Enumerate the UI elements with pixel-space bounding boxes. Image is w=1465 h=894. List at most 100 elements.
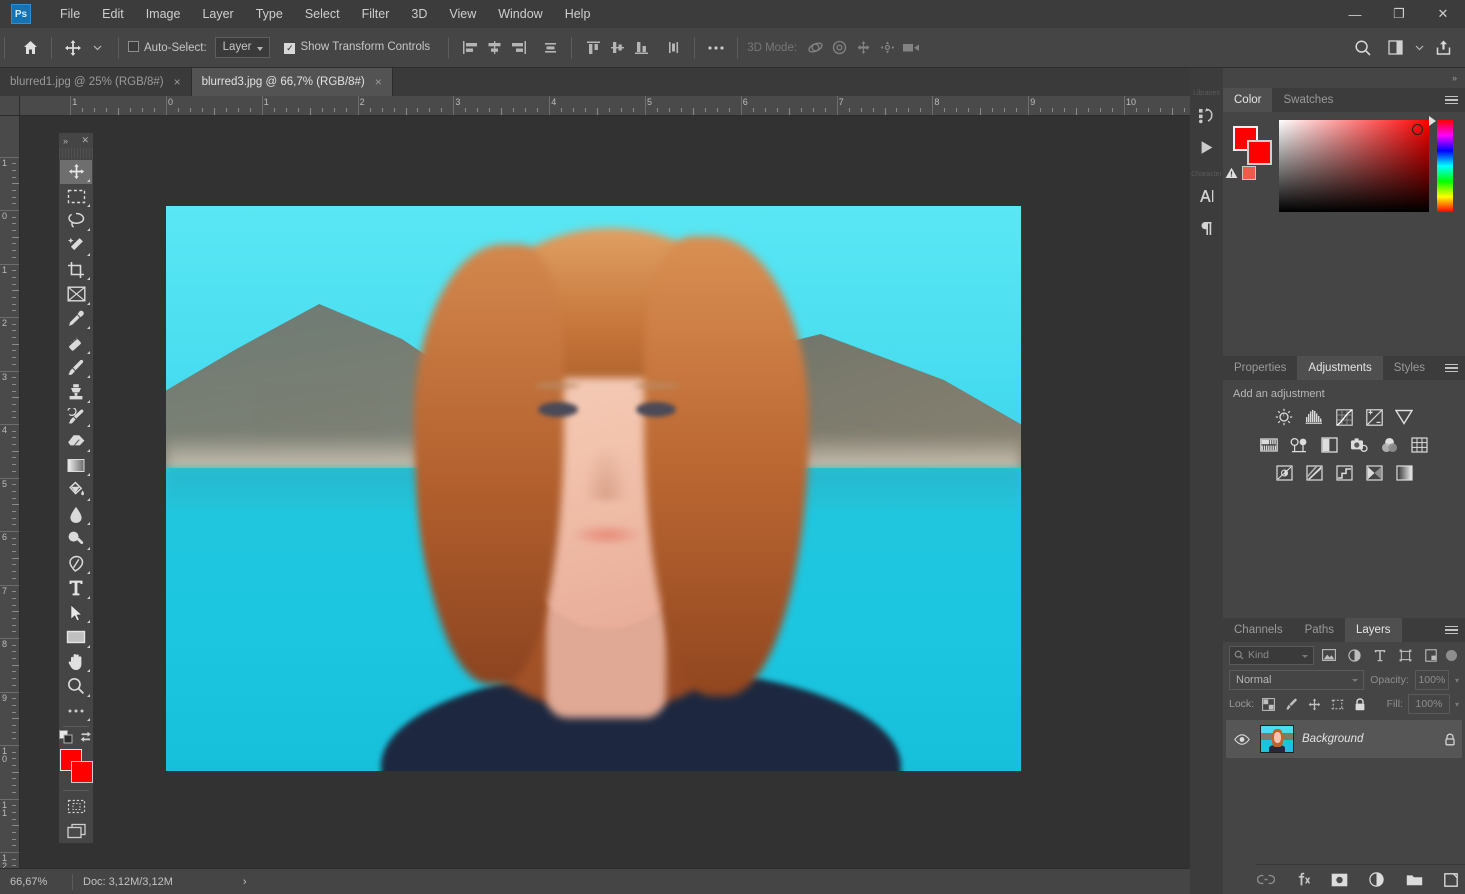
vibrance-icon[interactable] xyxy=(1394,407,1414,427)
menu-window[interactable]: Window xyxy=(487,4,553,24)
layer-row-background[interactable]: Background xyxy=(1226,720,1462,758)
align-vertical-centers-icon[interactable] xyxy=(605,36,629,60)
black-white-icon[interactable] xyxy=(1319,435,1339,455)
close-icon[interactable]: ✕ xyxy=(81,135,89,146)
align-left-edges-icon[interactable] xyxy=(458,36,482,60)
tab-properties[interactable]: Properties xyxy=(1223,356,1297,380)
collapse-icon[interactable]: » xyxy=(63,136,68,146)
gradient-map-icon[interactable] xyxy=(1394,463,1414,483)
tool-spot-healing-brush-tool[interactable] xyxy=(60,331,92,356)
tool-paint-bucket-tool[interactable] xyxy=(60,478,92,503)
home-icon[interactable] xyxy=(18,36,42,60)
threshold-icon[interactable] xyxy=(1334,463,1354,483)
link-layers-icon[interactable] xyxy=(1256,870,1275,890)
brightness-contrast-icon[interactable] xyxy=(1274,407,1294,427)
distribute-horizontal-icon[interactable] xyxy=(538,36,562,60)
show-transform-controls-option[interactable]: ✓Show Transform Controls xyxy=(284,41,430,54)
tool-history-brush-tool[interactable] xyxy=(60,405,92,430)
menu-help[interactable]: Help xyxy=(554,4,602,24)
vertical-ruler[interactable]: 10123456789101112 xyxy=(0,116,20,868)
tool-lasso-tool[interactable] xyxy=(60,209,92,234)
hue-slider[interactable] xyxy=(1437,120,1453,212)
tool-gradient-tool[interactable] xyxy=(60,454,92,479)
align-right-edges-icon[interactable] xyxy=(506,36,530,60)
auto-select-checkbox[interactable] xyxy=(128,41,139,52)
menu-3d[interactable]: 3D xyxy=(400,4,438,24)
tool-quick-selection-tool[interactable] xyxy=(60,233,92,258)
app-logo-icon[interactable]: Ps xyxy=(11,4,31,24)
quick-mask-icon[interactable] xyxy=(60,794,92,819)
curves-icon[interactable] xyxy=(1334,407,1354,427)
character-icon[interactable] xyxy=(1190,180,1223,212)
ruler-corner[interactable] xyxy=(0,96,20,116)
posterize-icon[interactable] xyxy=(1304,463,1324,483)
lock-position-icon[interactable] xyxy=(1305,695,1323,713)
close-icon[interactable]: × xyxy=(375,75,382,89)
auto-select-scope-dropdown[interactable]: Layer xyxy=(215,37,271,58)
filter-shape-icon[interactable] xyxy=(1395,645,1417,665)
history-icon[interactable] xyxy=(1190,99,1223,131)
blend-mode-dropdown[interactable]: Normal xyxy=(1229,670,1364,690)
actions-play-icon[interactable] xyxy=(1190,131,1223,163)
tab-channels[interactable]: Channels xyxy=(1223,618,1294,642)
align-top-edges-icon[interactable] xyxy=(581,36,605,60)
photo-filter-icon[interactable] xyxy=(1349,435,1369,455)
hue-slider-marker[interactable] xyxy=(1429,116,1436,126)
color-swatches[interactable] xyxy=(59,748,93,782)
menu-layer[interactable]: Layer xyxy=(191,4,244,24)
eye-icon[interactable] xyxy=(1232,734,1252,745)
tool-blur-tool[interactable] xyxy=(60,503,92,528)
menu-type[interactable]: Type xyxy=(245,4,294,24)
fill-value[interactable]: 100% xyxy=(1408,694,1450,714)
maximize-restore-button[interactable]: ❐ xyxy=(1377,0,1421,28)
canvas-image[interactable] xyxy=(166,206,1021,771)
tool-preset-chevron-down-icon[interactable] xyxy=(85,36,109,60)
tab-styles[interactable]: Styles xyxy=(1383,356,1436,380)
background-color-swatch[interactable] xyxy=(1247,140,1272,165)
show-transform-checkbox[interactable]: ✓ xyxy=(284,43,295,54)
orbit-3d-icon[interactable] xyxy=(803,36,827,60)
menu-select[interactable]: Select xyxy=(294,4,351,24)
new-layer-icon[interactable] xyxy=(1442,870,1461,890)
tool-path-selection-tool[interactable] xyxy=(60,601,92,626)
tools-panel-grip[interactable] xyxy=(59,148,93,157)
selective-color-icon[interactable] xyxy=(1364,463,1384,483)
background-color-swatch[interactable] xyxy=(71,761,93,783)
tool-dodge-tool[interactable] xyxy=(60,527,92,552)
align-horizontal-centers-icon[interactable] xyxy=(482,36,506,60)
tool-hand-tool[interactable] xyxy=(60,650,92,675)
opacity-chevron-down-icon[interactable]: ▾ xyxy=(1455,676,1459,685)
menu-filter[interactable]: Filter xyxy=(351,4,401,24)
tool-clone-stamp-tool[interactable] xyxy=(60,380,92,405)
lock-all-icon[interactable] xyxy=(1351,695,1369,713)
tool-crop-tool[interactable] xyxy=(60,258,92,283)
canvas-area[interactable] xyxy=(20,116,1190,868)
filter-pixel-icon[interactable] xyxy=(1318,645,1340,665)
slide-3d-icon[interactable] xyxy=(875,36,899,60)
tab-paths[interactable]: Paths xyxy=(1294,618,1345,642)
tool-pen-tool[interactable] xyxy=(60,552,92,577)
tool-brush-tool[interactable] xyxy=(60,356,92,381)
exposure-icon[interactable] xyxy=(1364,407,1384,427)
close-button[interactable]: ✕ xyxy=(1421,0,1465,28)
roll-3d-icon[interactable] xyxy=(827,36,851,60)
pan-3d-icon[interactable] xyxy=(851,36,875,60)
swap-colors-icon[interactable] xyxy=(79,730,93,744)
filter-smart-object-icon[interactable] xyxy=(1421,645,1443,665)
hue-saturation-icon[interactable] xyxy=(1259,435,1279,455)
panel-menu-icon[interactable] xyxy=(1445,361,1459,375)
gamut-warning[interactable] xyxy=(1225,166,1256,180)
opacity-value[interactable]: 100% xyxy=(1415,670,1449,690)
tool-frame-tool[interactable] xyxy=(60,282,92,307)
default-colors-icon[interactable] xyxy=(59,730,73,744)
color-balance-icon[interactable] xyxy=(1289,435,1309,455)
menu-file[interactable]: File xyxy=(49,4,91,24)
filter-type-icon[interactable] xyxy=(1369,645,1391,665)
tab-swatches[interactable]: Swatches xyxy=(1272,88,1344,112)
menu-image[interactable]: Image xyxy=(135,4,192,24)
levels-icon[interactable] xyxy=(1304,407,1324,427)
document-tab-blurred1[interactable]: blurred1.jpg @ 25% (RGB/8#) × xyxy=(0,68,192,96)
gamut-replacement-swatch[interactable] xyxy=(1242,166,1256,180)
search-icon[interactable] xyxy=(1351,36,1375,60)
lock-image-pixels-icon[interactable] xyxy=(1282,695,1300,713)
